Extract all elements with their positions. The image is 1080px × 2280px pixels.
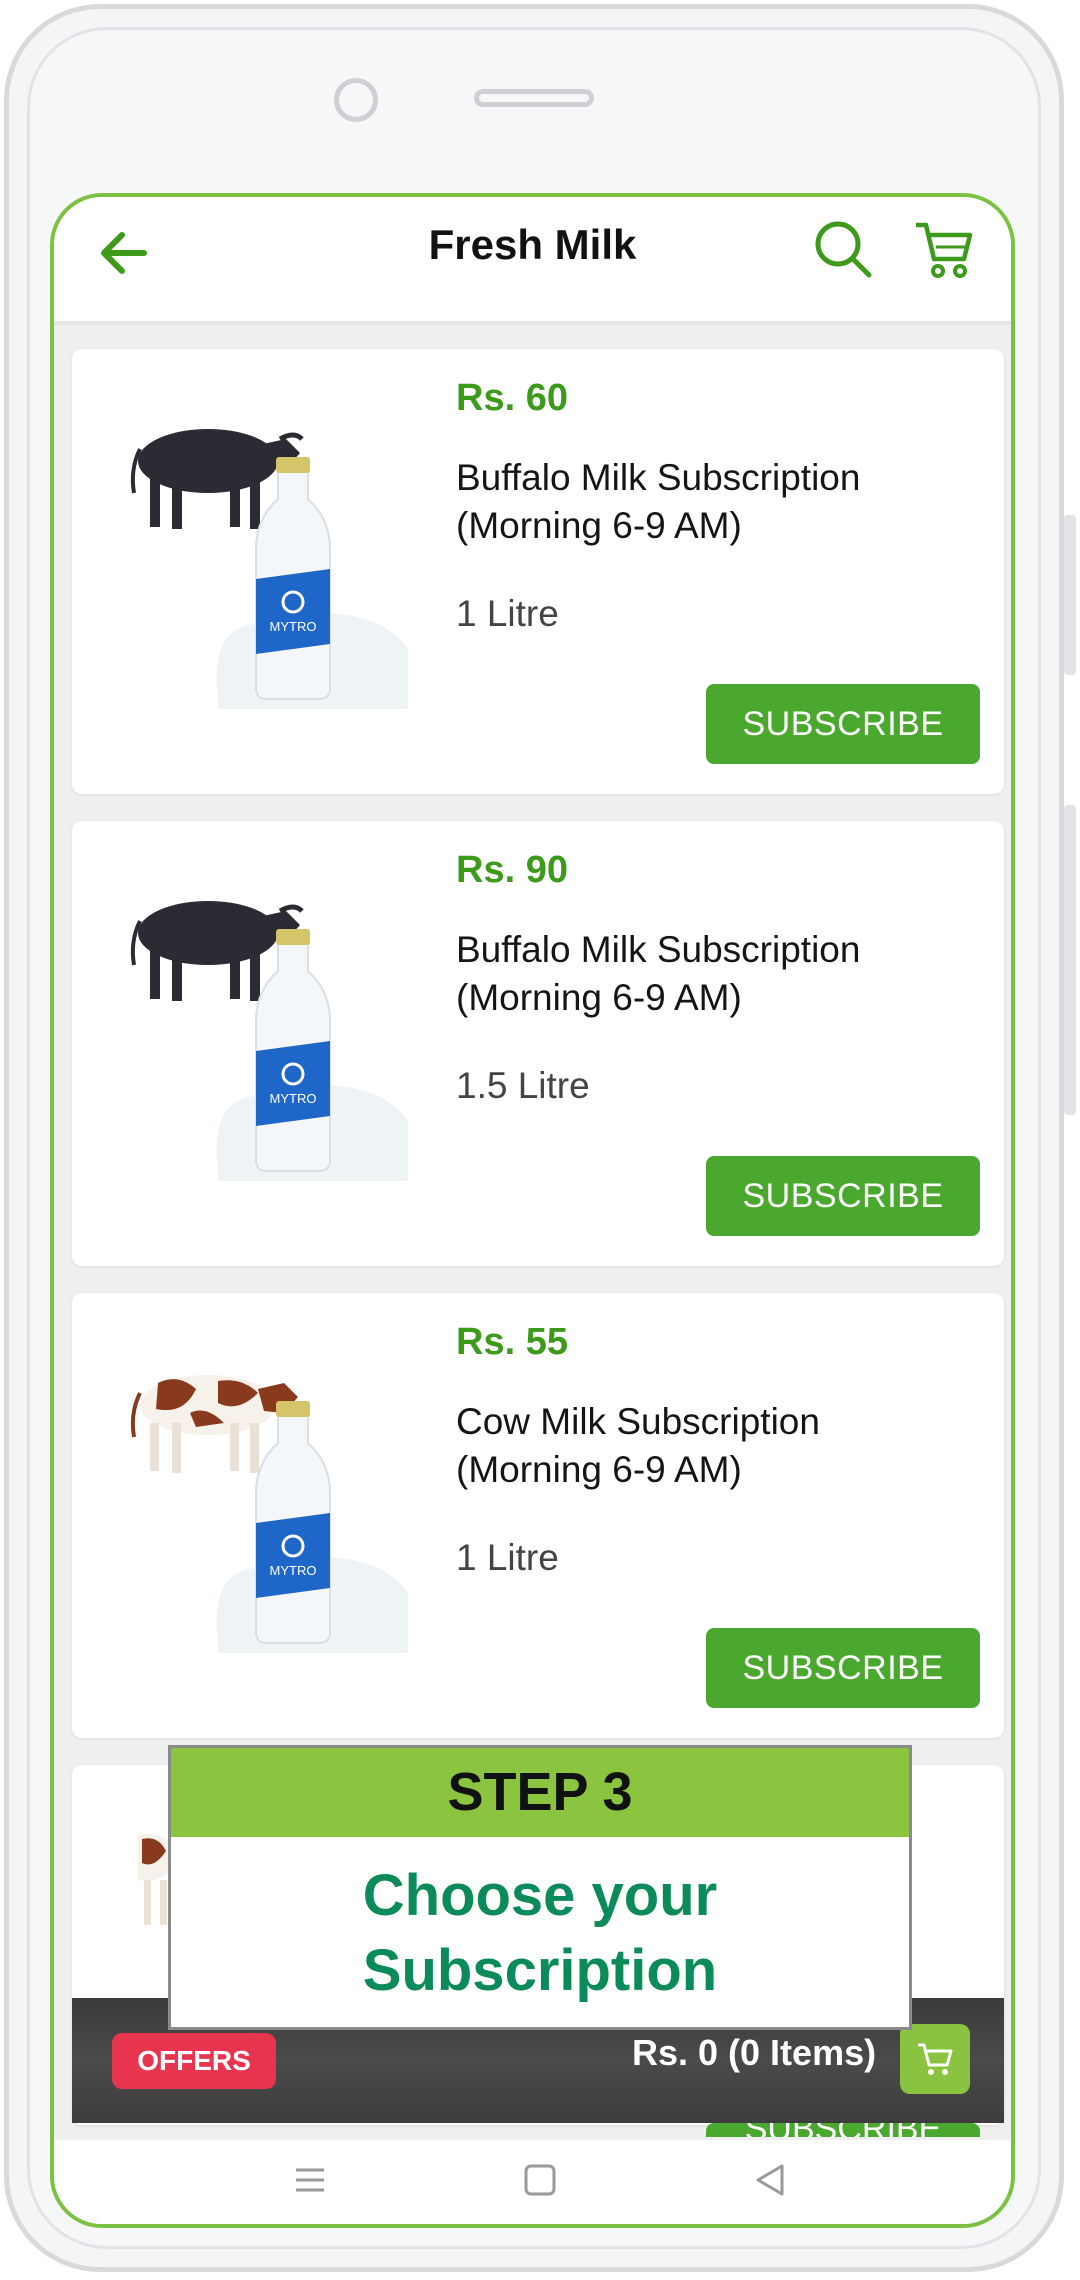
step-overlay: STEP 3 Choose your Subscription (168, 1745, 912, 2030)
subscribe-button-partial[interactable]: SUBSCRIBE (706, 2123, 980, 2137)
earpiece-speaker (474, 89, 594, 107)
step-description: Choose your Subscription (171, 1858, 909, 2008)
cart-icon[interactable] (912, 217, 976, 281)
menu-icon[interactable] (290, 2160, 330, 2200)
buffalo-milk-image: MYTRO (130, 901, 408, 1181)
product-name-line1: Buffalo Milk Subscription (456, 929, 861, 970)
system-nav-bar (54, 2140, 1011, 2224)
step-description-line1: Choose your (362, 1863, 718, 1928)
power-button (1064, 805, 1076, 1115)
product-name-line2: (Morning 6-9 AM) (456, 977, 742, 1018)
product-price: Rs. 90 (456, 849, 568, 891)
product-card[interactable]: MYTRO Rs. 55 Cow Milk Subscription (Morn… (72, 1293, 1004, 1738)
view-cart-button[interactable] (900, 2024, 970, 2094)
cart-icon (918, 2043, 953, 2075)
product-price: Rs. 55 (456, 1321, 568, 1363)
product-name-line2: (Morning 6-9 AM) (456, 1449, 742, 1490)
subscribe-button[interactable]: SUBSCRIBE (706, 1628, 980, 1708)
step-description-line2: Subscription (362, 1938, 718, 2003)
cow-milk-image: MYTRO (130, 1375, 408, 1653)
volume-button (1064, 515, 1076, 675)
home-square-icon[interactable] (520, 2160, 560, 2200)
product-quantity: 1.5 Litre (456, 1065, 590, 1106)
buffalo-milk-image: MYTRO (130, 429, 408, 709)
subscribe-button[interactable]: SUBSCRIBE (706, 684, 980, 764)
product-price: Rs. 60 (456, 377, 568, 419)
step-label: STEP 3 (171, 1748, 909, 1837)
product-name-line1: Buffalo Milk Subscription (456, 457, 861, 498)
product-name: Buffalo Milk Subscription (Morning 6-9 A… (456, 454, 976, 550)
cart-total: Rs. 0 (0 Items) (632, 2032, 877, 2073)
offers-button[interactable]: OFFERS (112, 2033, 276, 2089)
product-name-line1: Cow Milk Subscription (456, 1401, 820, 1442)
subscribe-button[interactable]: SUBSCRIBE (706, 1156, 980, 1236)
search-icon[interactable] (811, 217, 875, 281)
product-name: Cow Milk Subscription (Morning 6-9 AM) (456, 1398, 976, 1494)
triangle-back-icon[interactable] (750, 2160, 790, 2200)
svg-text:MYTRO: MYTRO (270, 1091, 317, 1106)
svg-text:MYTRO: MYTRO (270, 1563, 317, 1578)
product-card[interactable]: MYTRO Rs. 60 Buffalo Milk Subscription (… (72, 349, 1004, 794)
product-quantity: 1 Litre (456, 1537, 559, 1578)
app-bar: Fresh Milk (54, 197, 1011, 325)
front-camera (334, 78, 378, 122)
product-name-line2: (Morning 6-9 AM) (456, 505, 742, 546)
product-quantity: 1 Litre (456, 593, 559, 634)
product-card[interactable]: MYTRO Rs. 90 Buffalo Milk Subscription (… (72, 821, 1004, 1266)
svg-text:MYTRO: MYTRO (270, 619, 317, 634)
product-name: Buffalo Milk Subscription (Morning 6-9 A… (456, 926, 976, 1022)
